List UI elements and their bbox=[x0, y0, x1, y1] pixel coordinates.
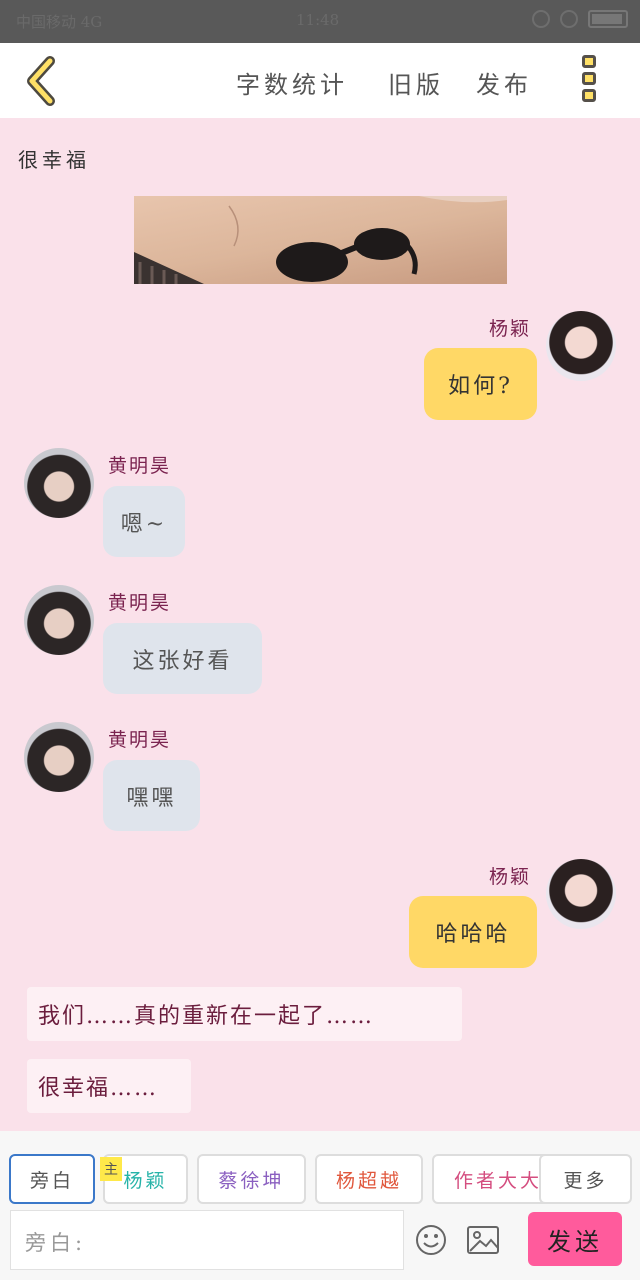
message-bubble[interactable]: 如何? bbox=[424, 348, 537, 420]
chat-photo[interactable] bbox=[134, 196, 507, 284]
sender-name: 杨颖 bbox=[489, 318, 532, 340]
role-chip-narration[interactable]: 旁白 bbox=[9, 1154, 95, 1204]
menu-dot-icon bbox=[582, 72, 596, 85]
wifi-icon bbox=[560, 10, 578, 28]
more-roles-button[interactable]: 更多 bbox=[539, 1154, 632, 1204]
chevron-left-icon bbox=[27, 56, 55, 106]
sender-name: 黄明昊 bbox=[108, 592, 172, 614]
alarm-icon bbox=[532, 10, 550, 28]
avatar-yangying[interactable] bbox=[546, 859, 616, 929]
role-chip-caixukun[interactable]: 蔡徐坤 bbox=[197, 1154, 306, 1204]
sunglasses-photo-image bbox=[134, 196, 507, 284]
send-button[interactable]: 发送 bbox=[528, 1212, 622, 1266]
carrier-label: 中国移动 4G bbox=[16, 13, 103, 31]
avatar-yangying[interactable] bbox=[546, 311, 616, 381]
message-bubble[interactable]: 嘿嘿 bbox=[103, 760, 200, 831]
narration-box[interactable]: 我们……真的重新在一起了…… bbox=[27, 987, 462, 1041]
image-icon bbox=[467, 1226, 499, 1254]
status-bar: 中国移动 4G 11:48 bbox=[0, 0, 640, 43]
narration-text-top: 很幸福 bbox=[18, 148, 90, 172]
main-role-badge: 主 bbox=[100, 1157, 122, 1181]
publish-link[interactable]: 发布 bbox=[476, 65, 532, 100]
smiley-icon bbox=[416, 1225, 446, 1255]
back-button[interactable] bbox=[20, 53, 70, 108]
sender-name: 黄明昊 bbox=[108, 729, 172, 751]
top-bar: 字数统计 旧版 发布 bbox=[0, 43, 640, 118]
menu-dot-icon bbox=[582, 55, 596, 68]
battery-icon bbox=[588, 10, 628, 28]
sender-name: 黄明昊 bbox=[108, 455, 172, 477]
avatar-huangminghao[interactable] bbox=[24, 585, 94, 655]
role-chip-author[interactable]: 作者大大 bbox=[432, 1154, 552, 1204]
message-input[interactable]: 旁白: bbox=[10, 1210, 404, 1270]
message-bubble[interactable]: 这张好看 bbox=[103, 623, 262, 694]
more-menu-button[interactable] bbox=[576, 55, 602, 107]
sender-name: 杨颖 bbox=[489, 866, 532, 888]
role-chip-yangchaoyue[interactable]: 杨超越 bbox=[315, 1154, 423, 1204]
emoji-button[interactable] bbox=[414, 1223, 448, 1257]
avatar-huangminghao[interactable] bbox=[24, 722, 94, 792]
input-panel: 旁白 杨颖 主 蔡徐坤 杨超越 作者大大 更多 旁白: 发送 bbox=[0, 1131, 640, 1280]
avatar-huangminghao[interactable] bbox=[24, 448, 94, 518]
narration-box[interactable]: 很幸福…… bbox=[27, 1059, 191, 1113]
old-version-link[interactable]: 旧版 bbox=[388, 65, 444, 100]
word-count-link[interactable]: 字数统计 bbox=[236, 65, 348, 100]
clock: 11:48 bbox=[296, 11, 340, 29]
message-bubble[interactable]: 嗯~ bbox=[103, 486, 185, 557]
menu-dot-icon bbox=[582, 89, 596, 102]
message-bubble[interactable]: 哈哈哈 bbox=[409, 896, 537, 968]
image-button[interactable] bbox=[466, 1223, 500, 1257]
system-icons bbox=[532, 10, 628, 28]
